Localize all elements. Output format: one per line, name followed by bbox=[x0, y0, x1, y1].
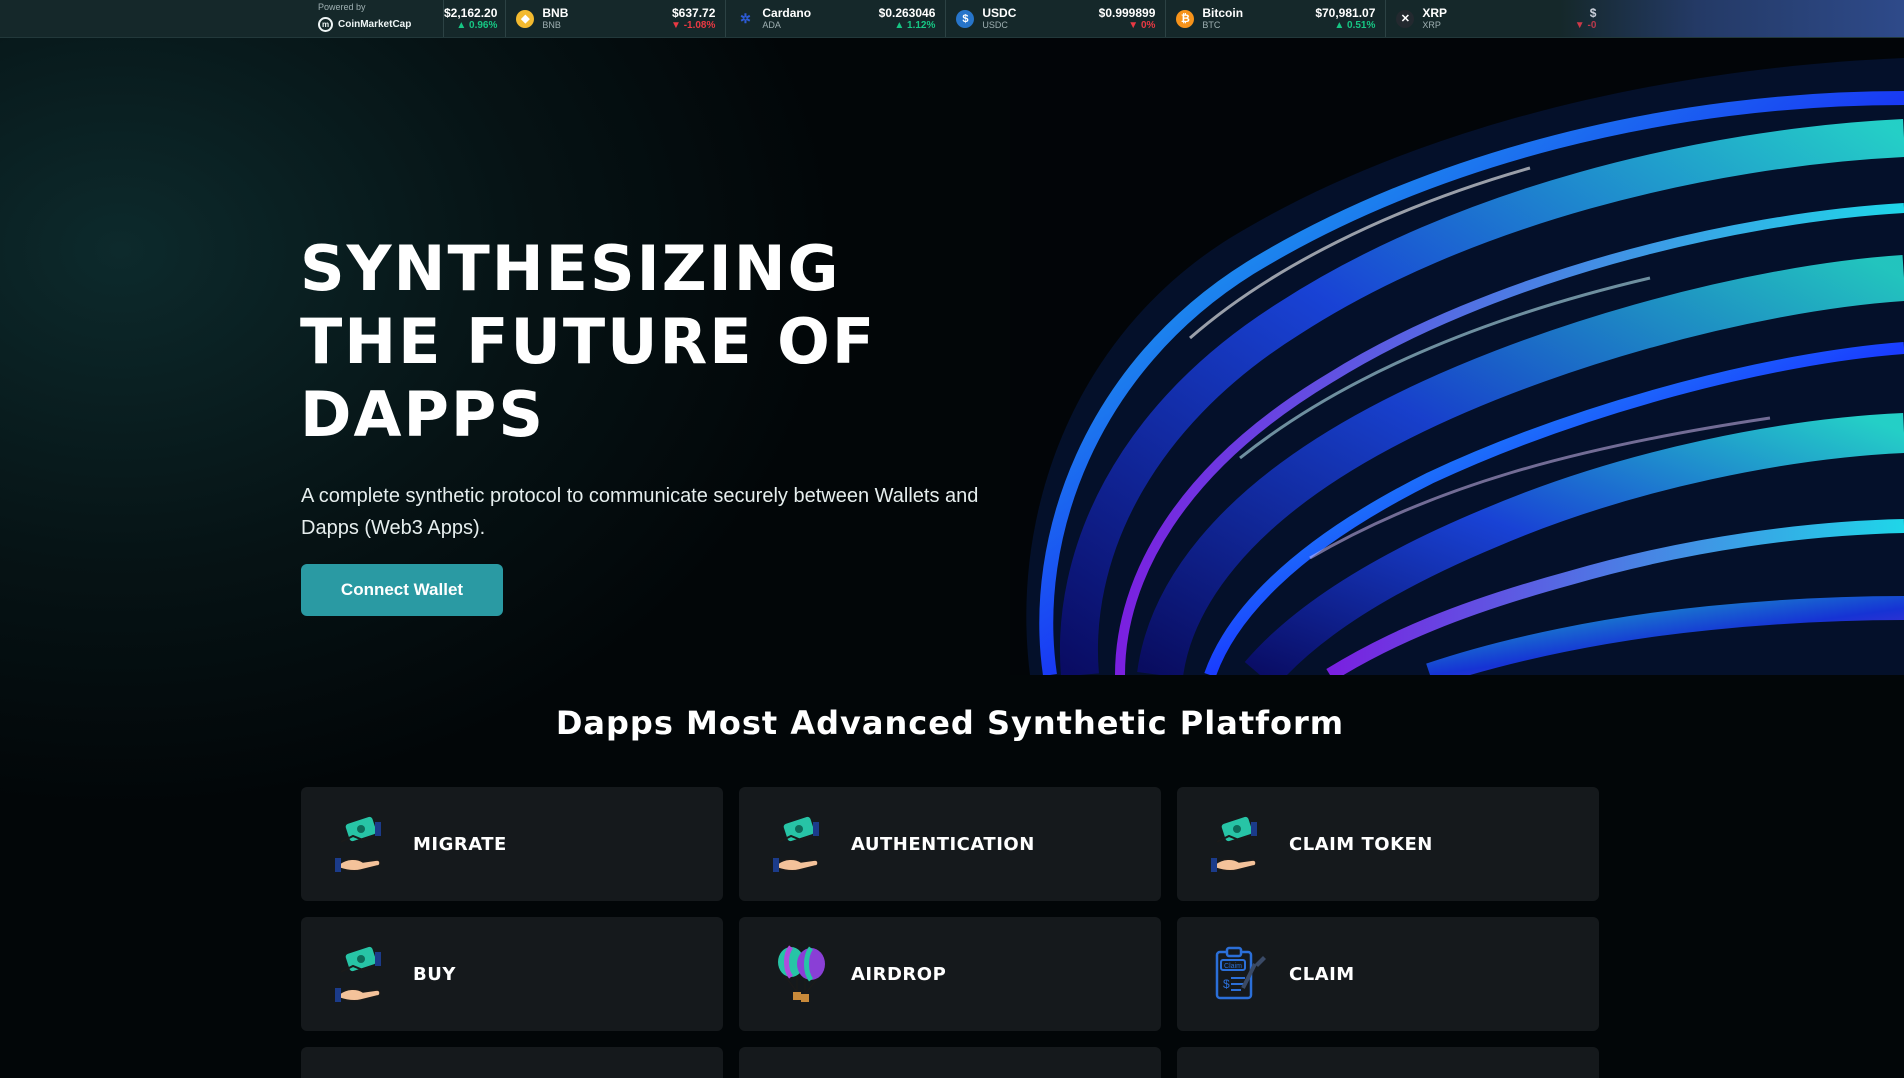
feature-card-partial[interactable] bbox=[739, 1047, 1161, 1078]
feature-card-label: CLAIM TOKEN bbox=[1289, 833, 1433, 855]
feature-card-partial[interactable] bbox=[301, 1047, 723, 1078]
hero-title-line: THE FUTURE OF bbox=[300, 305, 877, 378]
coin-name: XRP bbox=[1422, 6, 1448, 20]
hand-money-icon bbox=[773, 816, 819, 872]
feature-card-claim-token[interactable]: CLAIM TOKEN bbox=[1177, 787, 1599, 901]
hero-title: SYNTHESIZING THE FUTURE OF DAPPS bbox=[300, 232, 1020, 451]
svg-text:$: $ bbox=[1223, 977, 1230, 991]
ticker-item-usdc[interactable]: $ USDC USDC $0.999899 ▼ 0% bbox=[946, 0, 1167, 37]
feature-card-claim[interactable]: Claim $ CLAIM bbox=[1177, 917, 1599, 1031]
price-ticker: Powered by m CoinMarketCap $2,162.20 ▲ 0… bbox=[0, 0, 1904, 38]
hero-abstract-illustration bbox=[1010, 38, 1904, 675]
cardano-icon: ✲ bbox=[739, 10, 751, 26]
provider-name: CoinMarketCap bbox=[338, 19, 412, 30]
usdc-icon: $ bbox=[956, 9, 975, 28]
feature-card-label: BUY bbox=[413, 963, 456, 985]
coin-symbol: BTC bbox=[1202, 20, 1221, 30]
xrp-icon: ✕ bbox=[1396, 9, 1415, 28]
ticker-fade bbox=[1560, 0, 1904, 37]
coinmarketcap-icon: m bbox=[318, 17, 333, 32]
feature-card-label: CLAIM bbox=[1289, 963, 1355, 985]
ticker-item-bnb[interactable]: ◆ BNB BNB $637.72 ▼ -1.08% bbox=[506, 0, 727, 37]
coin-change: ▼ 0% bbox=[1128, 19, 1156, 31]
hero-description: A complete synthetic protocol to communi… bbox=[301, 485, 979, 539]
coinmarketcap-logo: m CoinMarketCap bbox=[318, 17, 443, 32]
feature-card-partial[interactable] bbox=[1177, 1047, 1599, 1078]
hand-money-icon bbox=[335, 816, 381, 872]
claim-document-icon: Claim $ bbox=[1215, 946, 1266, 1000]
ticker-track: $2,162.20 ▲ 0.96% ◆ BNB BNB $637.72 ▼ -1… bbox=[444, 0, 1604, 37]
coin-price: $2,162.20 bbox=[444, 5, 498, 20]
features-title: Dapps Most Advanced Synthetic Platform bbox=[555, 704, 1345, 742]
coin-name: USDC bbox=[982, 6, 1017, 20]
coin-price: $637.72 bbox=[672, 5, 716, 20]
coin-symbol: USDC bbox=[982, 20, 1008, 30]
ticker-item-bitcoin[interactable]: ₿ Bitcoin BTC $70,981.07 ▲ 0.51% bbox=[1166, 0, 1387, 37]
coin-change: ▲ 1.12% bbox=[894, 19, 936, 31]
coin-name: Bitcoin bbox=[1202, 6, 1244, 20]
coin-symbol: ADA bbox=[762, 20, 781, 30]
feature-card-buy[interactable]: BUY bbox=[301, 917, 723, 1031]
coin-change: ▲ 0.51% bbox=[1334, 19, 1376, 31]
powered-by-label: Powered by bbox=[318, 2, 366, 12]
coin-price: $0.999899 bbox=[1098, 5, 1156, 20]
feature-card-airdrop[interactable]: AIRDROP bbox=[739, 917, 1161, 1031]
powered-by-badge[interactable]: Powered by m CoinMarketCap bbox=[308, 0, 444, 37]
feature-card-label: AIRDROP bbox=[851, 963, 947, 985]
coin-price: $70,981.07 bbox=[1315, 5, 1376, 20]
coin-name: Cardano bbox=[762, 6, 812, 20]
feature-card-migrate[interactable]: MIGRATE bbox=[301, 787, 723, 901]
hero-title-line: DAPPS bbox=[300, 378, 545, 451]
coin-symbol: XRP bbox=[1422, 20, 1441, 30]
ticker-item[interactable]: $2,162.20 ▲ 0.96% bbox=[444, 0, 507, 37]
bitcoin-icon: ₿ bbox=[1176, 9, 1195, 28]
feature-cards-grid: MIGRATE AUTHENTICATION CLAIM TOKEN BUY A… bbox=[301, 787, 1601, 1078]
hero-title-line: SYNTHESIZING bbox=[300, 232, 841, 305]
coin-change: ▼ -1.08% bbox=[671, 19, 716, 31]
coin-price: $0.263046 bbox=[878, 5, 936, 20]
coin-name: BNB bbox=[542, 6, 569, 20]
coin-change: ▲ 0.96% bbox=[456, 19, 498, 31]
hand-money-icon bbox=[335, 946, 381, 1002]
feature-card-label: AUTHENTICATION bbox=[851, 833, 1035, 855]
connect-wallet-button[interactable]: Connect Wallet bbox=[301, 564, 503, 616]
hand-money-icon bbox=[1211, 816, 1257, 872]
balloon-icon bbox=[778, 945, 825, 1002]
coin-symbol: BNB bbox=[542, 20, 561, 30]
ticker-item-cardano[interactable]: ✲ Cardano ADA $0.263046 ▲ 1.12% bbox=[726, 0, 947, 37]
bnb-icon: ◆ bbox=[516, 9, 535, 28]
feature-card-authentication[interactable]: AUTHENTICATION bbox=[739, 787, 1161, 901]
feature-card-label: MIGRATE bbox=[413, 833, 507, 855]
svg-text:Claim: Claim bbox=[1224, 963, 1242, 970]
